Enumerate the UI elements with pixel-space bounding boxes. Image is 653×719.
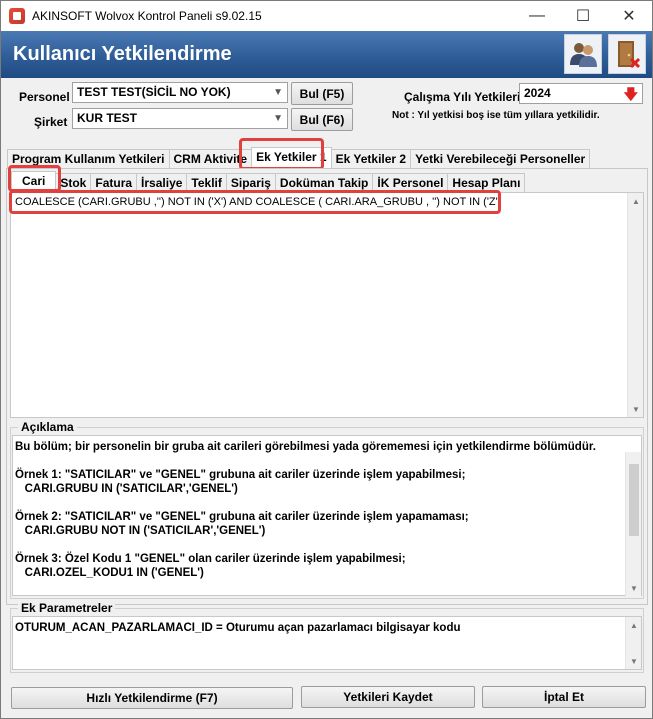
highlight-cari-tab [8,165,61,192]
iptal-et-button[interactable]: İptal Et [482,686,646,708]
sql-editor[interactable]: ▲ ▼ [10,192,644,418]
sirket-value: KUR TEST [77,111,137,125]
window-title: AKINSOFT Wolvox Kontrol Paneli s9.02.15 [32,9,262,23]
ek-parametreler-scrollbar[interactable]: ▲ ▼ [625,617,641,669]
aciklama-title: Açıklama [18,420,77,434]
personel-label: Personel [19,90,70,104]
personel-value: TEST TEST(SİCİL NO YOK) [77,85,231,99]
tab-yetki-verebilecegi-personeller[interactable]: Yetki Verebileceği Personeller [410,149,591,169]
maximize-button[interactable]: ☐ [560,1,606,31]
scroll-up-icon[interactable]: ▲ [628,193,644,209]
highlight-ek-yetkiler-tab [239,138,324,170]
app-logo-icon [9,8,25,24]
exit-door-icon[interactable] [608,34,646,74]
calisma-yili-label: Çalışma Yılı Yetkileri [404,90,521,104]
scroll-down-icon[interactable]: ▼ [628,401,644,417]
year-note: Not : Yıl yetkisi boş ise tüm yıllara ye… [392,110,600,121]
window-controls: — ☐ ✕ [514,1,652,31]
personel-bul-button[interactable]: Bul (F5) [291,82,353,105]
ek-parametreler-title: Ek Parametreler [18,601,116,615]
editor-scrollbar[interactable]: ▲ ▼ [627,193,643,417]
arrow-down-icon[interactable]: 🡇 [624,85,638,104]
personel-combo[interactable]: TEST TEST(SİCİL NO YOK) ▼ [72,82,288,103]
calisma-yili-value: 2024 [524,86,551,100]
scroll-down-icon[interactable]: ▼ [626,653,642,669]
tab-ek-yetkiler-2[interactable]: Ek Yetkiler 2 [330,149,412,169]
sirket-label: Şirket [34,115,68,129]
highlight-sql-condition [9,190,501,214]
header-banner: Kullanıcı Yetkilendirme [1,31,652,78]
scroll-thumb[interactable] [629,464,639,536]
close-button[interactable]: ✕ [606,1,652,31]
app-window: AKINSOFT Wolvox Kontrol Paneli s9.02.15 … [0,0,653,719]
ek-parametreler-text: OTURUM_ACAN_PAZARLAMACI_ID = Oturumu aça… [15,622,461,634]
page-title: Kullanıcı Yetkilendirme [13,43,232,65]
sirket-bul-button[interactable]: Bul (F6) [291,108,353,131]
aciklama-text: Bu bölüm; bir personelin bir gruba ait c… [15,441,596,579]
minimize-button[interactable]: — [514,1,560,31]
banner-icon-group [564,34,646,74]
chevron-down-icon: ▼ [273,87,283,98]
scroll-up-icon[interactable]: ▲ [626,617,642,633]
calisma-yili-combo[interactable]: 2024 🡇 [519,83,643,104]
sirket-combo[interactable]: KUR TEST ▼ [72,108,288,129]
title-bar: AKINSOFT Wolvox Kontrol Paneli s9.02.15 … [1,1,652,31]
aciklama-scrollbar[interactable]: ▼ [625,452,641,596]
hizli-yetkilendirme-button[interactable]: Hızlı Yetkilendirme (F7) [11,687,293,709]
chevron-down-icon: ▼ [273,113,283,124]
users-icon[interactable] [564,34,602,74]
yetkileri-kaydet-button[interactable]: Yetkileri Kaydet [301,686,475,708]
scroll-down-icon[interactable]: ▼ [626,580,642,596]
